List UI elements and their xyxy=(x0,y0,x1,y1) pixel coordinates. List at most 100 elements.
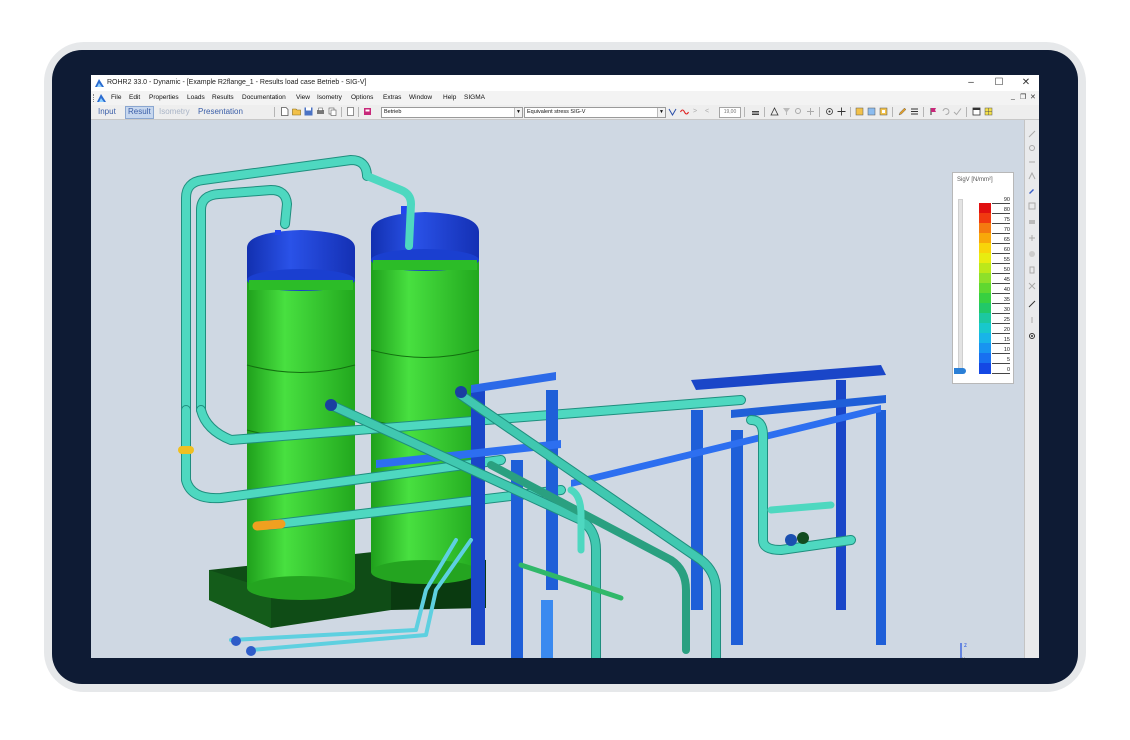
max-stress-icon[interactable] xyxy=(770,107,779,116)
toolbar-separator xyxy=(764,107,765,117)
list-icon[interactable] xyxy=(910,107,919,116)
tab-input[interactable]: Input xyxy=(96,106,118,117)
new-file-icon[interactable] xyxy=(280,107,289,116)
page-icon[interactable] xyxy=(346,107,355,116)
chevron-down-icon: ▼ xyxy=(514,108,522,117)
result-type-select[interactable]: Equivalent stress SIG-V ▼ xyxy=(524,107,666,118)
legend-color-segment xyxy=(979,273,991,284)
toolbar-separator xyxy=(966,107,967,117)
title-bar: ROHR2 33.0 - Dynamic - [Example R2flange… xyxy=(91,75,1039,91)
stress-legend[interactable]: SigV [N/mm²] 90 80 75 70 65 60 55 50 45 40 35 30 25 2… xyxy=(952,172,1014,384)
legend-tick-label: 15 xyxy=(992,337,1010,344)
strip-tool-icon[interactable] xyxy=(1028,172,1036,180)
open-folder-icon[interactable] xyxy=(292,107,301,116)
close-button[interactable]: ✕ xyxy=(1016,77,1036,89)
legend-tick-label: 20 xyxy=(992,327,1010,334)
eyedropper-icon[interactable] xyxy=(1028,186,1036,194)
strip-tool-icon[interactable] xyxy=(1028,130,1036,138)
strip-tool-icon[interactable] xyxy=(1028,144,1036,152)
legend-tick-label: 0 xyxy=(992,367,1010,374)
toolbar-separator xyxy=(850,107,851,117)
strip-tool-icon[interactable] xyxy=(1028,202,1036,210)
strip-tool-icon[interactable] xyxy=(1028,266,1036,274)
view-side-icon[interactable] xyxy=(867,107,876,116)
menu-window[interactable]: Window xyxy=(409,94,432,101)
menu-documentation[interactable]: Documentation xyxy=(242,94,286,101)
menu-edit[interactable]: Edit xyxy=(129,94,140,101)
menu-loads[interactable]: Loads xyxy=(187,94,205,101)
save-icon[interactable] xyxy=(304,107,313,116)
deformation-icon[interactable] xyxy=(668,107,677,116)
load-case-icon[interactable] xyxy=(363,107,372,116)
legend-tick-label: 5 xyxy=(992,357,1010,364)
menu-results[interactable]: Results xyxy=(212,94,234,101)
legend-slider-thumb[interactable] xyxy=(954,368,966,374)
maximize-button[interactable]: ☐ xyxy=(989,77,1009,89)
svg-text:x: x xyxy=(962,657,965,658)
window-icon[interactable] xyxy=(972,107,981,116)
menu-bar: File Edit Properties Loads Results Docum… xyxy=(91,91,1039,105)
strip-tool-icon[interactable] xyxy=(1028,316,1036,324)
flag-icon[interactable] xyxy=(929,107,938,116)
legend-color-segment xyxy=(979,333,991,344)
toolbar-separator xyxy=(744,107,745,117)
legend-color-bar xyxy=(979,203,991,374)
menu-grip xyxy=(93,94,96,102)
menu-help[interactable]: Help xyxy=(443,94,456,101)
toolbar-separator xyxy=(892,107,893,117)
toolbar-separator xyxy=(923,107,924,117)
view-iso-icon[interactable] xyxy=(879,107,888,116)
load-case-value: Betrieb xyxy=(384,109,402,115)
mdi-close-button[interactable]: ✕ xyxy=(1030,93,1036,101)
strip-tool-icon[interactable] xyxy=(1028,282,1036,290)
load-case-select[interactable]: Betrieb ▼ xyxy=(381,107,523,118)
tab-presentation[interactable]: Presentation xyxy=(196,106,245,117)
settings-icon[interactable] xyxy=(1028,332,1036,340)
pan-view-icon[interactable] xyxy=(837,107,846,116)
strip-tool-icon[interactable] xyxy=(1028,250,1036,258)
step-back-icon: < xyxy=(705,108,710,115)
tab-isometry: Isometry xyxy=(159,107,190,116)
toolbar-separator xyxy=(819,107,820,117)
search-icon xyxy=(795,108,801,114)
mdi-restore-button[interactable]: ❐ xyxy=(1020,93,1026,101)
pencil-icon[interactable] xyxy=(898,107,907,116)
legend-tick-label: 30 xyxy=(992,307,1010,314)
svg-text:z: z xyxy=(964,643,967,649)
bar-chart-icon[interactable] xyxy=(751,107,760,116)
mdi-minimize-button[interactable]: _ xyxy=(1011,93,1015,100)
legend-tick-label: 45 xyxy=(992,277,1010,284)
menu-file[interactable]: File xyxy=(111,94,121,101)
menu-view[interactable]: View xyxy=(296,94,310,101)
legend-range-slider[interactable] xyxy=(958,199,963,371)
strip-tool-icon[interactable] xyxy=(1028,158,1036,166)
menu-properties[interactable]: Properties xyxy=(149,94,179,101)
scale-factor-input[interactable]: 19,00 xyxy=(719,107,741,118)
rotate-view-icon[interactable] xyxy=(825,107,834,116)
strip-tool-icon[interactable] xyxy=(1028,234,1036,242)
vessel-left[interactable] xyxy=(246,230,356,600)
copy-icon[interactable] xyxy=(328,107,337,116)
legend-ticks: 90 80 75 70 65 60 55 50 45 40 35 30 25 20 15 10 5 0 xyxy=(992,197,1012,374)
menu-sigma[interactable]: SIGMA xyxy=(464,94,485,101)
print-icon[interactable] xyxy=(316,107,325,116)
grid-icon[interactable] xyxy=(984,107,993,116)
legend-tick-label: 25 xyxy=(992,317,1010,324)
strip-tool-icon[interactable] xyxy=(1028,218,1036,226)
menu-isometry[interactable]: Isometry xyxy=(317,94,342,101)
legend-color-segment xyxy=(979,223,991,234)
view-front-icon[interactable] xyxy=(855,107,864,116)
tab-result[interactable]: Result xyxy=(125,106,154,119)
toolbar: Input Result Isometry Presentation Betri… xyxy=(91,105,1039,120)
menu-options[interactable]: Options xyxy=(351,94,373,101)
legend-color-segment xyxy=(979,313,991,324)
menu-extras[interactable]: Extras xyxy=(383,94,401,101)
3d-viewport[interactable]: z y x SigV [N/mm²] 908075706560555045403… xyxy=(91,120,1024,658)
minimize-button[interactable]: – xyxy=(961,77,981,89)
legend-color-segment xyxy=(979,353,991,364)
strip-tool-icon[interactable] xyxy=(1028,300,1036,308)
document-icon[interactable] xyxy=(97,93,106,102)
legend-color-segment xyxy=(979,293,991,304)
animate-wave-icon[interactable] xyxy=(680,107,689,116)
app-logo-icon xyxy=(95,79,104,87)
